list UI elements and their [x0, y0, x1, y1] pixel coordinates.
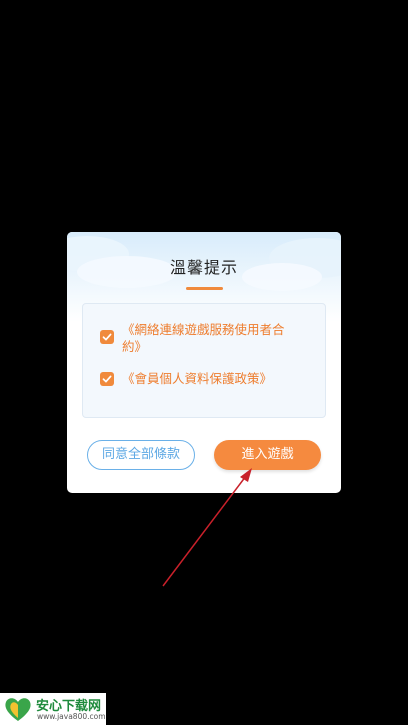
title-underline	[186, 287, 223, 290]
checkmark-icon	[102, 375, 112, 383]
term-item-service-agreement[interactable]: 《網絡連線遊戲服務使用者合約》	[100, 321, 300, 355]
watermark-logo-icon	[5, 698, 31, 721]
checkmark-icon	[102, 333, 112, 341]
agreement-dialog: 溫馨提示 《網絡連線遊戲服務使用者合約》 《會員個人資料保護政策》 同意全部條款…	[67, 232, 341, 493]
checkbox-service-agreement[interactable]	[100, 330, 114, 344]
watermark-url: www.java800.com	[37, 712, 106, 721]
agree-all-button[interactable]: 同意全部條款	[87, 440, 195, 470]
term-link-service-agreement[interactable]: 《網絡連線遊戲服務使用者合約》	[122, 321, 300, 355]
terms-box: 《網絡連線遊戲服務使用者合約》 《會員個人資料保護政策》	[82, 303, 326, 418]
term-link-privacy-policy[interactable]: 《會員個人資料保護政策》	[122, 370, 300, 387]
dialog-title: 溫馨提示	[169, 258, 238, 277]
checkbox-privacy-policy[interactable]	[100, 372, 114, 386]
site-watermark: 安心下载网 www.java800.com	[0, 693, 106, 725]
enter-game-button[interactable]: 進入遊戲	[214, 440, 321, 470]
term-item-privacy-policy[interactable]: 《會員個人資料保護政策》	[100, 370, 300, 387]
